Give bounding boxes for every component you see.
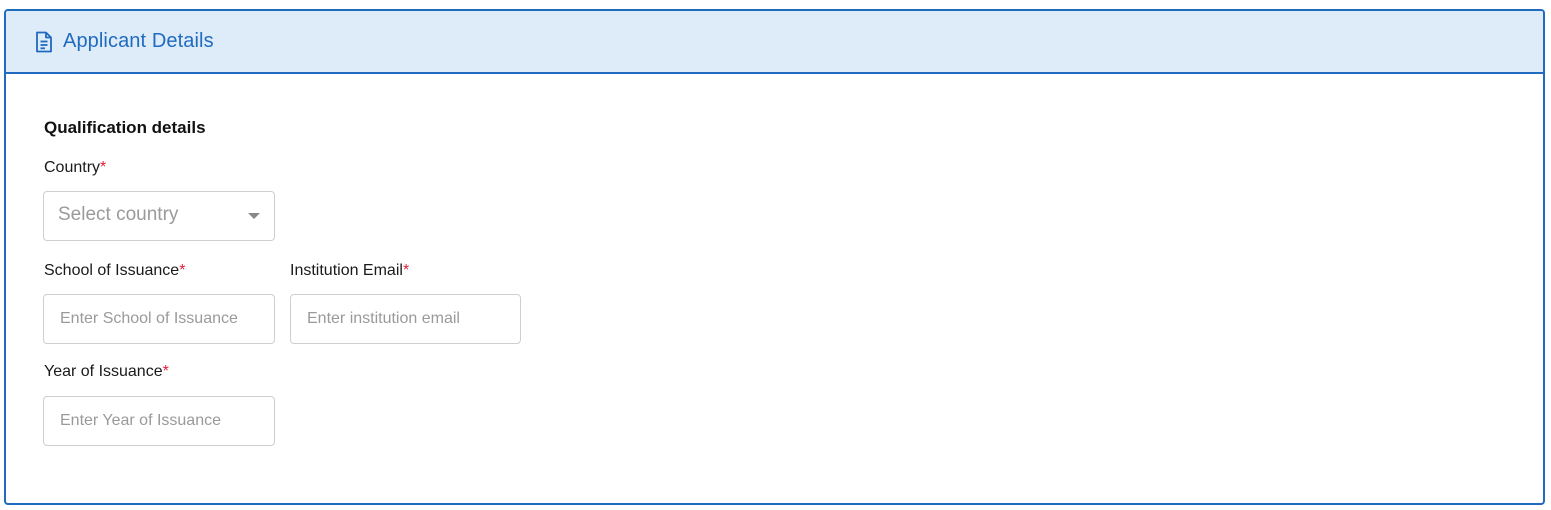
school-field[interactable] [43, 294, 275, 344]
school-label: School of Issuance* [44, 262, 185, 280]
school-input[interactable] [44, 295, 274, 343]
chevron-down-icon [248, 213, 260, 219]
card-header: Applicant Details [6, 11, 1543, 74]
required-marker: * [100, 159, 107, 176]
required-marker: * [179, 262, 186, 279]
required-marker: * [402, 262, 410, 279]
year-field[interactable] [43, 396, 275, 446]
email-label-text: Institution Email [290, 262, 403, 279]
country-select-placeholder: Select country [58, 204, 179, 225]
year-input[interactable] [44, 397, 274, 445]
year-label: Year of Issuance* [44, 363, 169, 381]
panel-title: Applicant Details [63, 30, 214, 52]
country-label: Country* [44, 159, 106, 177]
section-title: Qualification details [44, 118, 206, 137]
applicant-details-card: Applicant Details Qualification details … [4, 9, 1545, 505]
country-select[interactable]: Select country [43, 191, 275, 241]
email-field[interactable] [290, 294, 521, 344]
document-icon [34, 31, 54, 53]
email-input[interactable] [291, 295, 520, 343]
email-label: Institution Email* [290, 262, 409, 280]
required-marker: * [162, 363, 169, 380]
country-label-text: Country [44, 159, 101, 176]
school-label-text: School of Issuance [44, 262, 180, 279]
year-label-text: Year of Issuance [44, 363, 163, 380]
